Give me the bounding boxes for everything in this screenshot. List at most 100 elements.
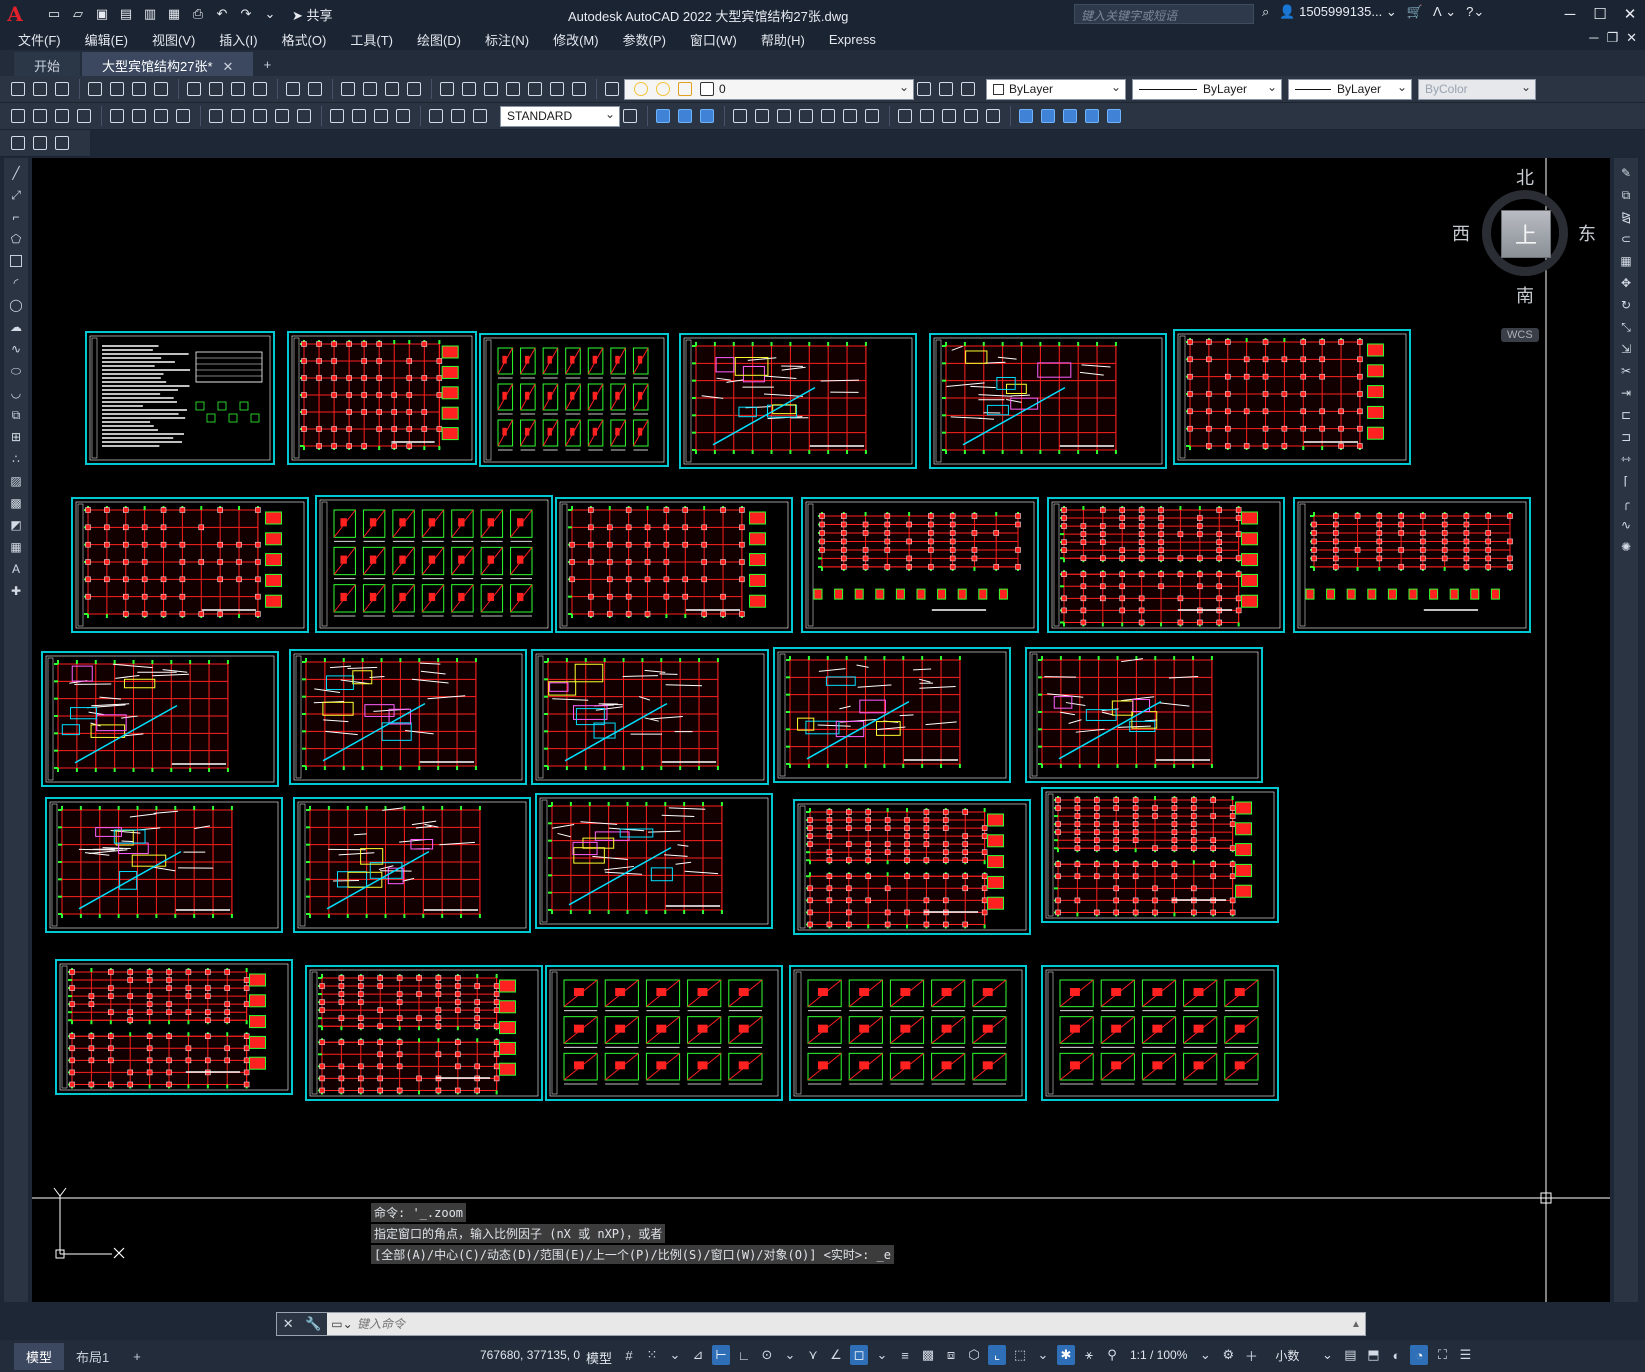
plotstyle-dropdown[interactable]: ByColor [1418, 78, 1536, 100]
match-properties-icon[interactable] [250, 79, 270, 99]
tool-palettes-icon[interactable] [481, 79, 501, 99]
layer-previous-icon[interactable] [936, 79, 956, 99]
visual-style-3d-icon[interactable] [917, 106, 937, 126]
design-center-icon[interactable] [459, 79, 479, 99]
drawing-sheet[interactable] [1293, 497, 1531, 633]
menu-edit[interactable]: 编辑(E) [85, 30, 128, 49]
drawing-sheet[interactable] [1173, 329, 1411, 465]
isodraft-icon[interactable]: ⋎ [804, 1345, 822, 1365]
tab-start[interactable]: 开始 [14, 52, 81, 76]
make-block-icon[interactable]: ⊞ [7, 428, 25, 446]
gradient-icon[interactable]: ▩ [7, 494, 25, 512]
view-top-icon[interactable] [818, 106, 838, 126]
region-icon[interactable]: ◩ [7, 516, 25, 534]
dynamic-ucs-icon[interactable]: ⌞ [988, 1345, 1006, 1365]
drawing-sheet[interactable] [315, 495, 553, 633]
undo-icon[interactable] [283, 79, 303, 99]
compass-west[interactable]: 西 [1452, 220, 1470, 246]
ucs-previous-icon[interactable] [1060, 106, 1080, 126]
add-selected-icon[interactable]: ✚ [7, 582, 25, 600]
close-icon[interactable]: ✕ [1615, 0, 1645, 28]
infer-constraints-icon[interactable]: ⊿ [689, 1345, 707, 1365]
drawing-sheet[interactable] [555, 497, 793, 633]
fillet-icon[interactable]: ╭ [1617, 494, 1635, 512]
copy-icon[interactable] [206, 79, 226, 99]
grid-icon[interactable]: # [620, 1345, 638, 1365]
view-bottom-icon[interactable] [840, 106, 860, 126]
zoom-previous-icon[interactable] [404, 79, 424, 99]
dimstyle-dropdown[interactable]: STANDARD [500, 105, 620, 127]
dim-space-icon[interactable] [272, 106, 292, 126]
new-icon[interactable] [8, 79, 28, 99]
aligned-dim-icon[interactable] [30, 106, 50, 126]
model-space-toggle[interactable]: 模型 [586, 1348, 612, 1367]
break-icon[interactable]: ⊐ [1617, 428, 1635, 446]
revision-cloud-icon[interactable]: ☁ [7, 318, 25, 336]
drawing-sheet[interactable] [545, 965, 783, 1101]
move-icon[interactable]: ✥ [1617, 274, 1635, 292]
ordinate-icon[interactable] [74, 106, 94, 126]
arc-icon[interactable]: ◜ [7, 274, 25, 292]
menu-parametric[interactable]: 参数(P) [623, 30, 666, 49]
hatch-icon[interactable]: ▨ [7, 472, 25, 490]
share-button[interactable]: ➤ 共享 [292, 5, 333, 24]
menu-draw[interactable]: 绘图(D) [417, 30, 461, 49]
transparency-icon[interactable]: ▩ [919, 1345, 937, 1365]
visual-style-hidden-icon[interactable] [939, 106, 959, 126]
recent-commands-icon[interactable]: ▭⌄ [327, 1317, 357, 1331]
inspection-icon[interactable] [371, 106, 391, 126]
drawing-sheet[interactable] [679, 333, 917, 469]
3d-print-icon[interactable] [151, 79, 171, 99]
drawing-sheet[interactable] [789, 965, 1027, 1101]
save-as-icon[interactable]: ▤ [116, 5, 136, 23]
auto-scale-icon[interactable]: ⚹ [1080, 1345, 1098, 1365]
color-dropdown[interactable]: ByLayer [986, 78, 1126, 100]
polygon-icon[interactable]: ⬠ [7, 230, 25, 248]
help-icon[interactable] [569, 79, 589, 99]
3d-osnap-icon[interactable]: ⬡ [965, 1345, 983, 1365]
dim-text-edit-icon[interactable] [448, 106, 468, 126]
array-icon[interactable]: ▦ [1617, 252, 1635, 270]
autodesk-app-icon[interactable]: Ʌ ⌄ [1433, 4, 1456, 20]
view-front-icon[interactable] [730, 106, 750, 126]
selection-filter-icon[interactable]: ⬚ [1011, 1345, 1029, 1365]
units-selector[interactable]: 小数 [1275, 1347, 1299, 1364]
trim-icon[interactable]: ✂ [1617, 362, 1635, 380]
3d-box-icon[interactable] [653, 106, 673, 126]
explode-icon[interactable]: ✺ [1617, 538, 1635, 556]
ellipse-icon[interactable]: ⬭ [7, 362, 25, 380]
linetype-dropdown[interactable]: ByLayer [1132, 78, 1282, 100]
linear-dim-icon[interactable] [8, 106, 28, 126]
model-space[interactable] [32, 158, 1610, 1302]
circle-icon[interactable]: ◯ [7, 296, 25, 314]
ellipse-arc-icon[interactable]: ◡ [7, 384, 25, 402]
plot-icon[interactable] [85, 79, 105, 99]
dim-edit-icon[interactable] [426, 106, 446, 126]
object-snap-icon[interactable]: ◻ [850, 1345, 868, 1365]
viewcube[interactable]: 上 北 南 西 东 [1452, 168, 1596, 306]
search-icon[interactable]: ⌕ [1262, 4, 1269, 20]
angular-icon[interactable] [173, 106, 193, 126]
multiline-text-icon[interactable]: A [7, 560, 25, 578]
workspace-save-icon[interactable] [30, 133, 50, 153]
menu-help[interactable]: 帮助(H) [761, 30, 805, 49]
add-layout-icon[interactable]: + [121, 1345, 153, 1368]
view-left-icon[interactable] [774, 106, 794, 126]
new-tab-icon[interactable]: + [255, 52, 279, 76]
open-icon[interactable] [30, 79, 50, 99]
drawing-sheet[interactable] [293, 797, 531, 933]
rectangle-icon[interactable] [7, 252, 25, 270]
drawing-sheet[interactable] [773, 647, 1011, 783]
clean-screen-icon[interactable]: ⛶ [1433, 1345, 1451, 1365]
tab-drawing[interactable]: 大型宾馆结构27张* ✕ [82, 52, 254, 76]
polar-tracking-icon[interactable]: ⊙ [758, 1345, 776, 1365]
tab-close-icon[interactable]: ✕ [223, 59, 234, 74]
command-history-toggle-icon[interactable]: ▲ [1351, 1319, 1365, 1330]
3d-cylinder-icon[interactable] [675, 106, 695, 126]
save-web-icon[interactable]: ▦ [164, 5, 184, 23]
diameter-icon[interactable] [151, 106, 171, 126]
copy-object-icon[interactable]: ⧉ [1617, 186, 1635, 204]
menu-file[interactable]: 文件(F) [18, 30, 61, 49]
redo-icon[interactable]: ↷ [236, 5, 256, 23]
annotation-visibility-icon[interactable]: ✱ [1057, 1345, 1075, 1365]
